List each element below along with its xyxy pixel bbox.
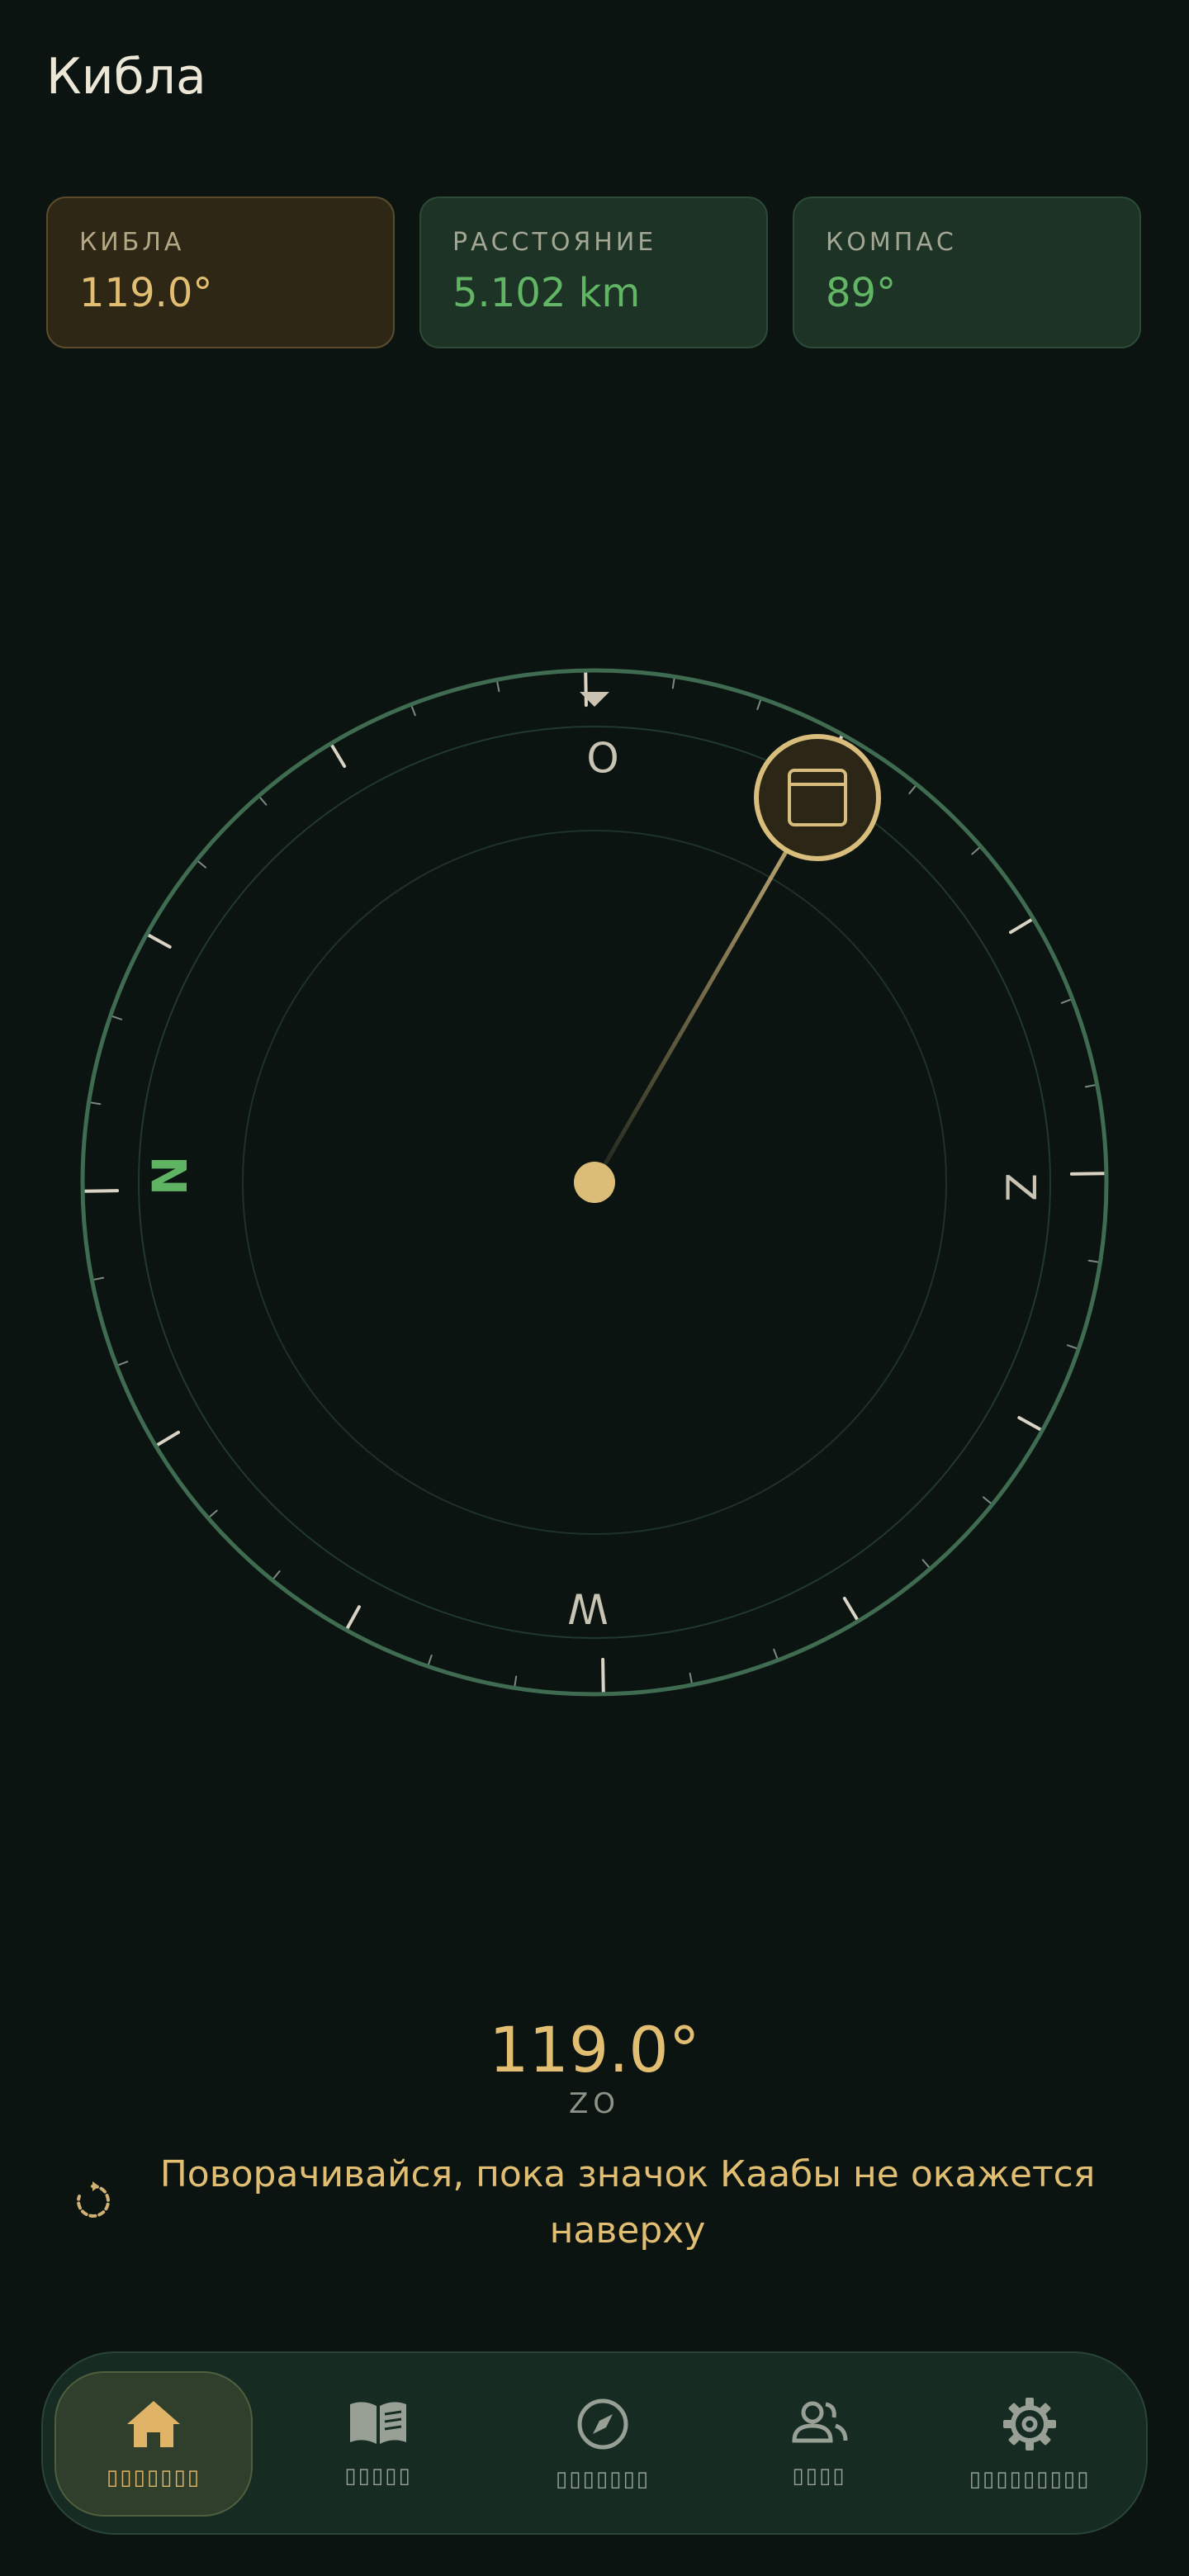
compass-tick xyxy=(258,796,268,806)
compass-tick xyxy=(514,1675,518,1688)
compass-tick xyxy=(908,784,917,795)
compass-tick xyxy=(345,1605,361,1631)
heading-value: 119.0° xyxy=(489,2013,700,2086)
kaaba-marker xyxy=(754,734,881,861)
compass-tick xyxy=(89,1101,102,1106)
nav-label-book: ▯▯▯▯▯ xyxy=(344,2464,412,2488)
compass-tick xyxy=(111,1015,123,1020)
nav-item-settings[interactable]: ▯▯▯▯▯▯▯▯▯ xyxy=(926,2371,1133,2517)
compass-tick xyxy=(671,677,675,689)
compass-tick xyxy=(971,846,981,855)
gear-icon xyxy=(1003,2398,1056,2451)
compass-tick xyxy=(689,1672,693,1684)
compass-tick xyxy=(1060,998,1072,1004)
nav-item-compass[interactable]: ▯▯▯▯▯▯▯ xyxy=(504,2371,702,2517)
nav-label-settings: ▯▯▯▯▯▯▯▯▯ xyxy=(969,2467,1091,2492)
compass-tick xyxy=(197,860,207,869)
rotate-hint: Поворачивайся, пока значок Каабы не окаж… xyxy=(159,2153,1096,2252)
compass-center-dot xyxy=(574,1162,615,1203)
compass-tick xyxy=(1084,1084,1097,1088)
cardinal-left-north: N xyxy=(142,1156,198,1196)
nav-label-compass: ▯▯▯▯▯▯▯ xyxy=(555,2467,651,2492)
cardinal-right: Z xyxy=(997,1173,1045,1201)
nav-item-book[interactable]: ▯▯▯▯▯ xyxy=(279,2371,477,2517)
bottom-nav: ▯▯▯▯▯▯▯ ▯▯▯▯▯ ▯▯▯▯▯▯▯ ▯▯▯▯ ▯▯▯▯▯▯▯▯▯ xyxy=(41,2351,1148,2535)
compass-tick xyxy=(756,698,762,711)
compass-tick xyxy=(117,1361,129,1366)
compass-tick xyxy=(155,1430,180,1447)
compass-icon xyxy=(577,2398,628,2450)
compass-tick xyxy=(496,680,500,693)
heading-pointer-icon xyxy=(580,692,609,707)
people-icon xyxy=(792,2401,848,2443)
compass-tick xyxy=(92,1276,105,1281)
cardinal-top: O xyxy=(586,735,618,783)
nav-label-home: ▯▯▯▯▯▯▯ xyxy=(106,2465,201,2490)
heading-direction: ZO xyxy=(568,2087,621,2120)
compass-tick xyxy=(329,743,347,768)
nav-label-people: ▯▯▯▯ xyxy=(792,2464,846,2488)
home-icon xyxy=(127,2401,180,2447)
compass-tick xyxy=(208,1509,218,1518)
compass-tick xyxy=(272,1570,281,1580)
compass-tick xyxy=(1017,1416,1043,1432)
compass-tick xyxy=(410,705,416,717)
nav-item-people[interactable]: ▯▯▯▯ xyxy=(728,2371,910,2517)
compass-tick xyxy=(146,933,172,949)
nav-item-home[interactable]: ▯▯▯▯▯▯▯ xyxy=(54,2371,253,2517)
compass-tick xyxy=(427,1654,433,1666)
qibla-needle xyxy=(592,796,820,1184)
cardinal-bottom: W xyxy=(567,1584,608,1632)
compass-tick xyxy=(921,1559,931,1569)
compass-tick xyxy=(773,1648,779,1660)
rotate-icon xyxy=(77,2181,110,2218)
compass-tick xyxy=(1009,917,1034,935)
compass-tick xyxy=(982,1496,992,1504)
compass-dial: O Z W N xyxy=(80,668,1109,1697)
compass-tick xyxy=(842,1597,860,1622)
compass-tick xyxy=(601,1657,605,1694)
compass-tick xyxy=(1069,1172,1106,1176)
compass-tick xyxy=(1066,1344,1078,1350)
book-icon xyxy=(350,2402,406,2444)
compass-tick xyxy=(1087,1259,1100,1263)
compass-tick xyxy=(584,670,588,708)
